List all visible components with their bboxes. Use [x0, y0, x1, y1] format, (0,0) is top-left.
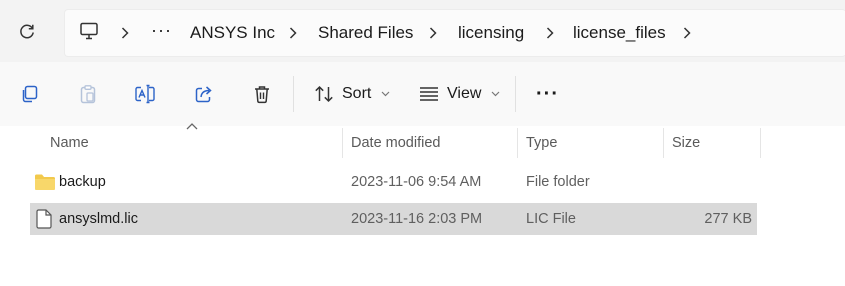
view-icon [420, 87, 438, 101]
file-date: 2023-11-16 2:03 PM [351, 211, 483, 227]
column-divider[interactable] [342, 128, 343, 158]
chevron-right-icon[interactable] [543, 25, 557, 41]
breadcrumb[interactable]: ··· ANSYS Inc Shared Files licensing lic… [64, 9, 845, 57]
more-options-button[interactable]: ··· [536, 80, 559, 108]
sort-icon [315, 85, 333, 103]
column-divider[interactable] [760, 128, 761, 158]
toolbar-divider [515, 76, 516, 112]
rename-icon [135, 84, 155, 104]
column-header-size[interactable]: Size [672, 126, 700, 160]
file-name: ansyslmd.lic [59, 211, 138, 227]
toolbar-divider [293, 76, 294, 112]
breadcrumb-item[interactable]: ANSYS Inc [190, 10, 275, 56]
view-label: View [447, 85, 482, 102]
column-divider[interactable] [517, 128, 518, 158]
refresh-icon [20, 24, 34, 39]
file-type: LIC File [526, 211, 576, 227]
file-icon [36, 209, 52, 229]
copy-icon [22, 85, 38, 103]
folder-icon [35, 174, 55, 190]
file-name: backup [59, 174, 106, 190]
address-bar: ··· ANSYS Inc Shared Files licensing lic… [0, 0, 845, 62]
paste-button[interactable] [73, 79, 103, 109]
table-row[interactable]: backup 2023-11-06 9:54 AM File folder [30, 166, 757, 198]
sort-label: Sort [342, 85, 372, 102]
breadcrumb-overflow[interactable]: ··· [151, 10, 172, 56]
file-date: 2023-11-06 9:54 AM [351, 174, 482, 190]
table-row-selected[interactable]: ansyslmd.lic 2023-11-16 2:03 PM LIC File… [30, 203, 757, 235]
paste-icon [80, 85, 96, 104]
column-header-name[interactable]: Name [50, 126, 89, 160]
chevron-right-icon[interactable] [118, 25, 132, 41]
file-size: 277 KB [704, 211, 752, 227]
share-icon [195, 86, 212, 103]
refresh-button[interactable] [14, 19, 40, 45]
delete-icon [255, 86, 269, 104]
share-button[interactable] [189, 79, 219, 109]
breadcrumb-item-current[interactable]: license_files [573, 10, 666, 56]
this-pc-icon[interactable] [79, 21, 99, 41]
view-button[interactable]: View [419, 80, 500, 108]
copy-button[interactable] [14, 79, 44, 109]
command-bar: Sort View ··· [0, 62, 845, 126]
column-header-type[interactable]: Type [526, 126, 557, 160]
rename-button[interactable] [130, 79, 160, 109]
sort-button[interactable]: Sort [314, 80, 390, 108]
chevron-right-icon[interactable] [680, 25, 694, 41]
column-header-date[interactable]: Date modified [351, 126, 440, 160]
delete-button[interactable] [247, 79, 277, 109]
file-type: File folder [526, 174, 590, 190]
breadcrumb-item[interactable]: Shared Files [318, 10, 413, 56]
chevron-down-icon [491, 91, 500, 97]
chevron-down-icon [381, 91, 390, 97]
file-list: Name Date modified Type Size backup 2023… [0, 123, 845, 286]
more-icon: ··· [536, 82, 559, 105]
column-divider[interactable] [663, 128, 664, 158]
chevron-right-icon[interactable] [426, 25, 440, 41]
breadcrumb-item[interactable]: licensing [458, 10, 524, 56]
chevron-right-icon[interactable] [286, 25, 300, 41]
sort-ascending-icon[interactable] [185, 122, 199, 132]
